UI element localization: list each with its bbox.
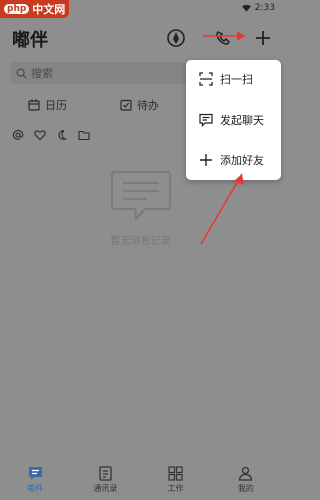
- search-icon: [16, 68, 27, 79]
- status-time: 2:33: [254, 3, 275, 13]
- add-button[interactable]: [252, 27, 274, 49]
- menu-item-start-chat[interactable]: 发起聊天: [186, 104, 281, 136]
- message-icon: [28, 467, 42, 480]
- compass-icon[interactable]: [165, 27, 187, 49]
- status-bar: php 中文网 2:33: [0, 0, 281, 18]
- search-placeholder: 搜索: [31, 67, 53, 80]
- chat-icon: [199, 113, 213, 127]
- calendar-icon: [28, 99, 40, 111]
- tab-contacts[interactable]: 通讯录: [70, 460, 140, 500]
- empty-state-label: 暂无消息记录: [110, 236, 171, 247]
- bottom-tab-bar: 嘟件 通讯录 工作 我的: [0, 460, 281, 500]
- tab-messages[interactable]: 嘟件: [0, 460, 70, 500]
- watermark-logo: php 中文网: [0, 0, 70, 18]
- heart-icon[interactable]: [34, 129, 46, 141]
- message-empty-icon: [110, 170, 171, 222]
- system-indicators: 2:33: [241, 3, 275, 13]
- todo-icon: [120, 99, 132, 111]
- phone-icon[interactable]: [212, 27, 234, 49]
- app-header: 嘟伴: [0, 18, 281, 56]
- wifi-icon: [241, 4, 251, 12]
- at-mention-icon[interactable]: [12, 129, 24, 141]
- scan-icon: [199, 72, 213, 86]
- todo-entry[interactable]: 待办: [120, 97, 159, 113]
- user-icon: [239, 466, 253, 481]
- page-title: 嘟伴: [12, 30, 48, 51]
- filter-row: [12, 129, 90, 141]
- contacts-icon: [99, 466, 112, 481]
- tab-work[interactable]: 工作: [141, 460, 211, 500]
- plus-icon: [200, 154, 212, 166]
- add-popup-menu: 扫一扫 发起聊天 添加好友: [186, 60, 281, 180]
- folder-icon[interactable]: [78, 129, 90, 141]
- grid-icon: [168, 466, 183, 481]
- plus-icon: [256, 31, 270, 45]
- menu-item-add-friend[interactable]: 添加好友: [186, 144, 281, 176]
- moon-icon[interactable]: [56, 129, 68, 141]
- calendar-entry[interactable]: 日历: [28, 97, 67, 113]
- menu-item-scan[interactable]: 扫一扫: [186, 63, 281, 95]
- tab-me[interactable]: 我的: [211, 460, 281, 500]
